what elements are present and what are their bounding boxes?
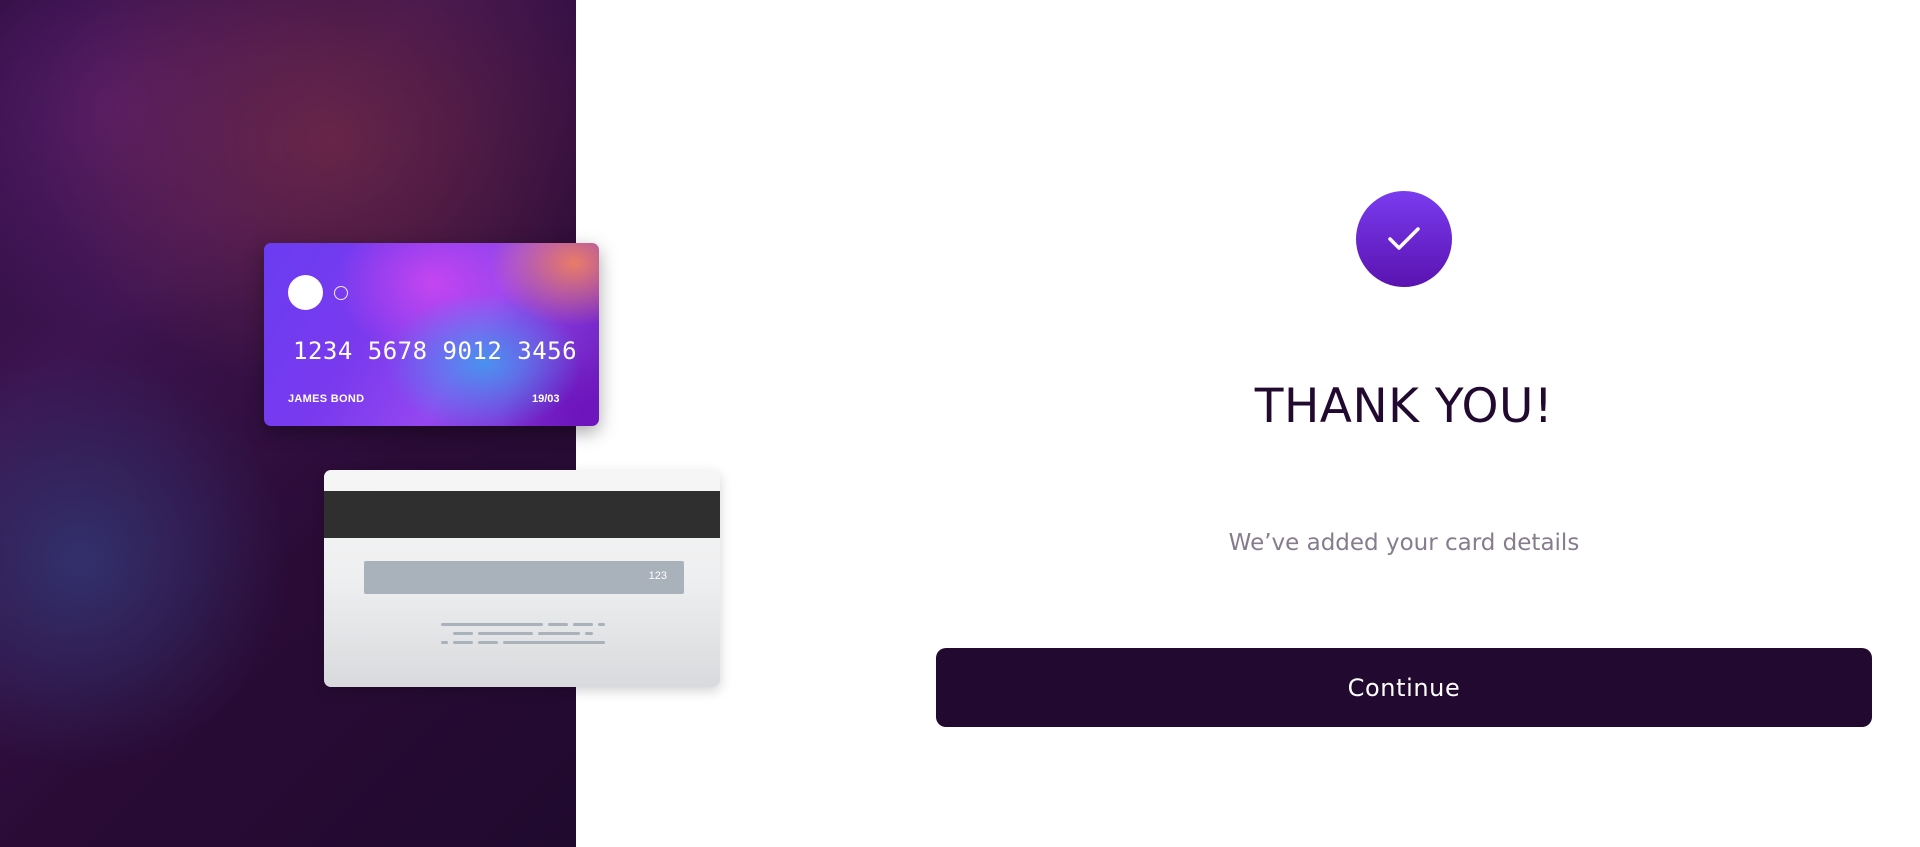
- magnetic-stripe: [324, 491, 720, 538]
- credit-card-front: 1234 5678 9012 3456 JAMES BOND 19/03: [264, 243, 599, 426]
- checkmark-icon: [1388, 227, 1420, 250]
- credit-card-back: 123: [324, 470, 720, 687]
- card-logo-circle-large: [288, 275, 323, 310]
- card-number: 1234 5678 9012 3456: [293, 337, 578, 365]
- fine-print-line: [441, 623, 543, 626]
- fine-print-line: [598, 623, 605, 626]
- success-check-badge: [1356, 191, 1452, 287]
- fine-print-line: [538, 632, 580, 635]
- continue-button[interactable]: Continue: [936, 648, 1872, 727]
- fine-print-line: [441, 641, 448, 644]
- confirmation-message: We’ve added your card details: [1228, 530, 1580, 556]
- card-cvv: 123: [648, 570, 667, 582]
- card-holder-name: JAMES BOND: [288, 393, 365, 405]
- signature-strip: 123: [364, 561, 684, 594]
- fine-print-line: [503, 641, 605, 644]
- fine-print-line: [478, 632, 533, 635]
- fine-print-line: [585, 632, 593, 635]
- fine-print-line: [478, 641, 498, 644]
- fine-print-line: [453, 641, 473, 644]
- card-expiry-date: 19/03: [532, 393, 560, 405]
- page-title: THANK YOU!: [1254, 379, 1554, 434]
- fine-print-line: [573, 623, 593, 626]
- card-logo-circle-small: [334, 286, 348, 300]
- fine-print-line: [548, 623, 568, 626]
- fine-print-line: [453, 632, 473, 635]
